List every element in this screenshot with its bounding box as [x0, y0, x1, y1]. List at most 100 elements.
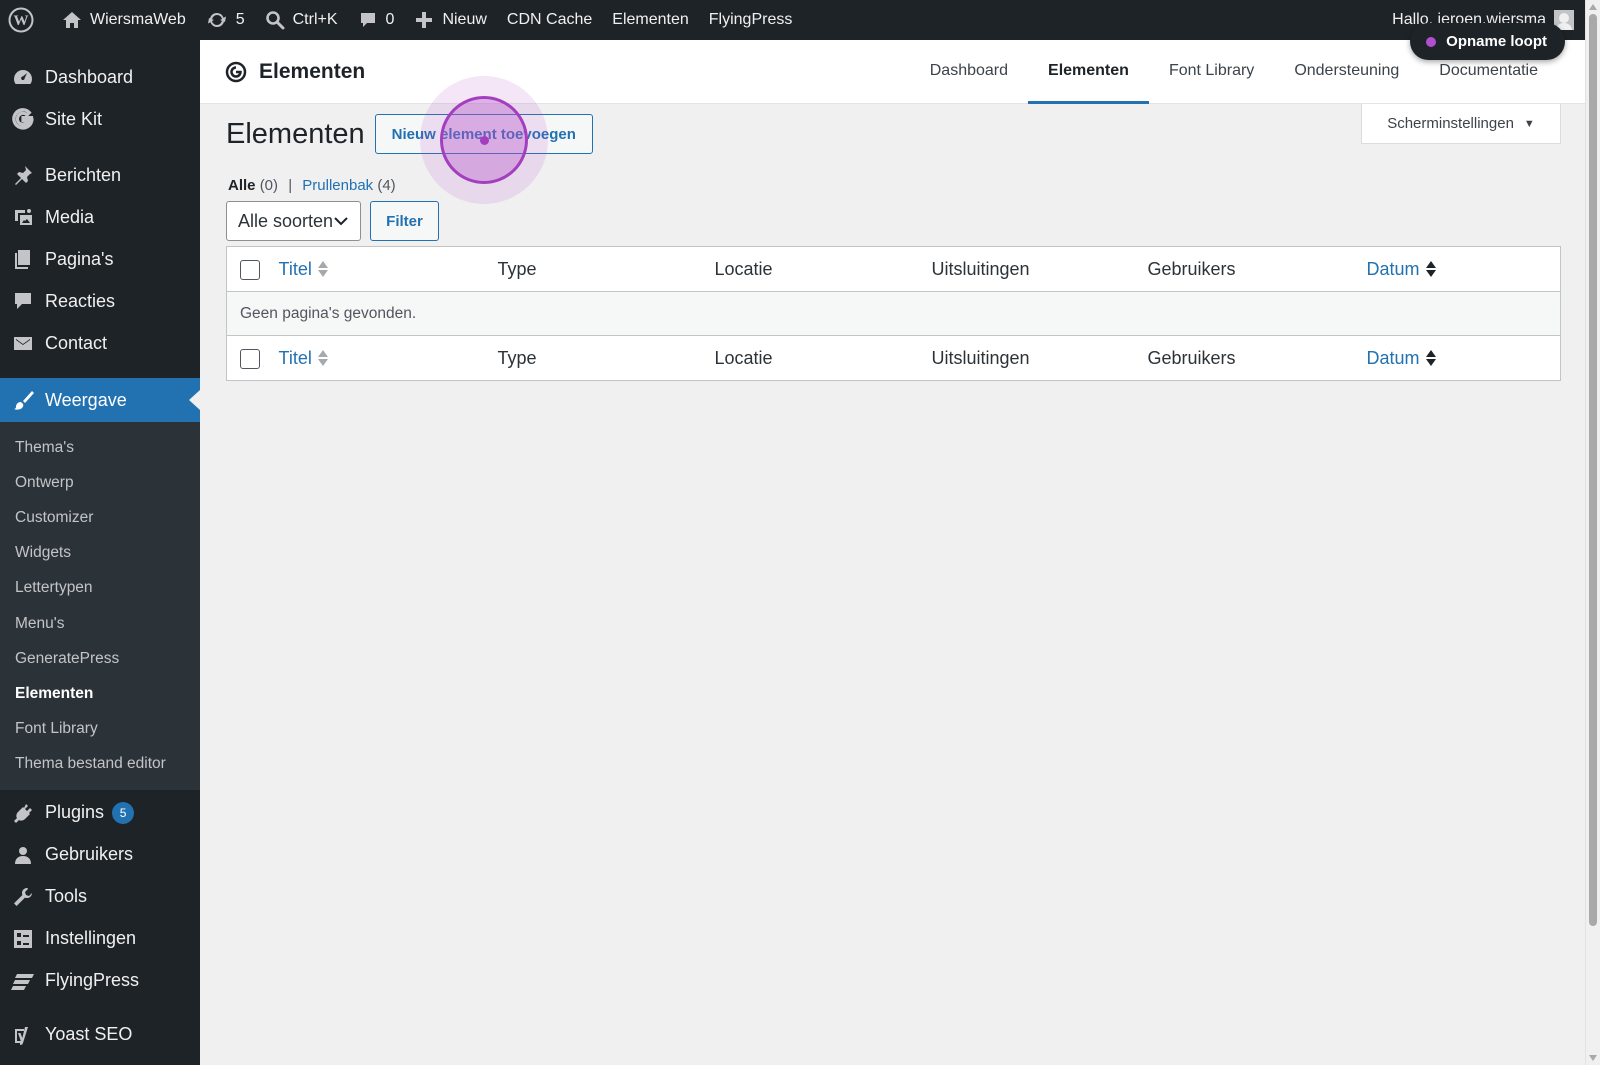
elementen-link[interactable]: Elementen	[602, 0, 699, 40]
column-label: Titel	[278, 258, 312, 279]
new-content-link[interactable]: Nieuw	[404, 0, 496, 40]
sidebar-item-weergave[interactable]: Weergave	[0, 378, 200, 422]
refresh-icon	[207, 12, 226, 28]
admin-bar: W WiersmaWeb 5 Ctrl+K 0 Nieuw CDN Cache …	[0, 0, 1600, 40]
site-name: WiersmaWeb	[90, 11, 186, 28]
column-label: Titel	[278, 347, 312, 368]
sidebar-item-paginas[interactable]: Pagina's	[0, 238, 200, 280]
submenu-item-menus[interactable]: Menu's	[0, 606, 200, 641]
column-footer-type: Type	[497, 347, 537, 368]
settings-icon	[11, 927, 35, 951]
column-header-datum[interactable]: Datum	[1367, 247, 1561, 292]
google-g-icon	[11, 107, 35, 131]
paintbrush-icon	[11, 388, 35, 412]
sidebar-item-label: FlyingPress	[45, 970, 140, 991]
sidebar-item-label: Site Kit	[45, 108, 103, 129]
sidebar-item-instellingen[interactable]: Instellingen	[0, 918, 200, 960]
elements-table: Titel Type Locatie Uitsluitingen Gebruik…	[226, 246, 1561, 381]
sort-icon	[1425, 350, 1436, 366]
sidebar-item-gebruikers[interactable]: Gebruikers	[0, 834, 200, 876]
flyingpress-link[interactable]: FlyingPress	[699, 0, 803, 40]
sidebar-item-site-kit[interactable]: Site Kit	[0, 98, 200, 140]
scroll-down-arrow-icon[interactable]	[1589, 1055, 1597, 1061]
sidebar-item-reacties[interactable]: Reacties	[0, 280, 200, 322]
wrench-icon	[11, 885, 35, 909]
sidebar-item-tools[interactable]: Tools	[0, 876, 200, 918]
submenu-item-widgets[interactable]: Widgets	[0, 536, 200, 571]
site-name-link[interactable]: WiersmaWeb	[52, 0, 196, 40]
updates-link[interactable]: 5	[196, 0, 255, 40]
page-title: Elementen	[226, 117, 365, 150]
column-header-type: Type	[497, 258, 537, 279]
sidebar-item-label: Reacties	[45, 290, 116, 311]
submenu-item-generatepress[interactable]: GeneratePress	[0, 641, 200, 676]
submenu-item-ontwerp[interactable]: Ontwerp	[0, 465, 200, 500]
search-shortcut[interactable]: Ctrl+K	[255, 0, 348, 40]
empty-row: Geen pagina's gevonden.	[226, 291, 1561, 336]
click-indicator	[440, 96, 528, 184]
select-all-checkbox[interactable]	[240, 259, 260, 280]
select-all-cell	[227, 247, 279, 292]
screen-options-label: Scherminstellingen	[1387, 115, 1514, 132]
submenu-item-themas[interactable]: Thema's	[0, 430, 200, 465]
sidebar-item-label: Media	[45, 206, 95, 227]
caret-down-icon: ▼	[1523, 117, 1535, 130]
sort-icon	[317, 350, 328, 366]
type-filter-select[interactable]: Alle soorten	[226, 201, 361, 241]
view-all-link[interactable]: Alle	[228, 177, 256, 194]
view-trash-link[interactable]: Prullenbak	[302, 177, 373, 194]
cdn-cache-link[interactable]: CDN Cache	[497, 0, 602, 40]
screen-options-button[interactable]: Scherminstellingen ▼	[1361, 104, 1561, 144]
column-footer-datum[interactable]: Datum	[1367, 336, 1561, 381]
sidebar-item-media[interactable]: Media	[0, 196, 200, 238]
submenu-item-font-library[interactable]: Font Library	[0, 712, 200, 747]
pin-icon	[11, 163, 35, 187]
plus-icon	[416, 12, 433, 28]
comments-link[interactable]: 0	[348, 0, 405, 40]
sidebar-item-berichten[interactable]: Berichten	[0, 154, 200, 196]
tab-elementen[interactable]: Elementen	[1028, 40, 1149, 104]
submenu-item-lettertypen[interactable]: Lettertypen	[0, 571, 200, 606]
submenu-item-elementen[interactable]: Elementen	[0, 676, 200, 711]
tab-ondersteuning[interactable]: Ondersteuning	[1274, 40, 1419, 104]
view-all-count: (0)	[259, 177, 279, 194]
plugin-header: Elementen Dashboard Elementen Font Libra…	[200, 40, 1585, 104]
sidebar-item-yoast-seo[interactable]: Yoast SEO	[0, 1014, 200, 1056]
appearance-submenu: Thema's Ontwerp Customizer Widgets Lette…	[0, 422, 200, 790]
sidebar-item-plugins[interactable]: Plugins 5	[0, 792, 200, 834]
sidebar-item-contact[interactable]: Contact	[0, 322, 200, 364]
wordpress-logo-icon[interactable]: W	[0, 0, 52, 40]
plugin-header-title: Elementen	[259, 59, 366, 83]
updates-count: 5	[235, 11, 245, 28]
column-header-locatie: Locatie	[714, 258, 773, 279]
view-filters: Alle (0) | Prullenbak (4)	[228, 177, 396, 194]
table-header-row: Titel Type Locatie Uitsluitingen Gebruik…	[226, 247, 1561, 292]
tab-font-library[interactable]: Font Library	[1149, 40, 1274, 104]
dashboard-icon	[11, 65, 35, 89]
scroll-up-arrow-icon[interactable]	[1589, 4, 1597, 10]
comment-icon	[360, 13, 375, 27]
column-label: Datum	[1366, 347, 1420, 368]
sidebar-item-label: Instellingen	[45, 928, 137, 949]
column-footer-titel[interactable]: Titel	[279, 336, 498, 381]
column-label: Datum	[1366, 258, 1420, 279]
envelope-icon	[11, 331, 35, 355]
svg-text:W: W	[14, 13, 29, 29]
sort-icon	[1425, 261, 1436, 277]
sidebar-item-dashboard[interactable]: Dashboard	[0, 56, 200, 98]
table-filters: Alle soorten Filter	[226, 201, 439, 241]
submenu-item-theme-file-editor[interactable]: Thema bestand editor	[0, 747, 200, 782]
page-scrollbar[interactable]	[1585, 0, 1600, 1065]
search-icon	[265, 11, 285, 30]
submenu-item-customizer[interactable]: Customizer	[0, 500, 200, 535]
tab-dashboard[interactable]: Dashboard	[910, 40, 1028, 104]
scrollbar-thumb[interactable]	[1589, 14, 1597, 926]
column-header-titel[interactable]: Titel	[279, 247, 498, 292]
column-footer-locatie: Locatie	[714, 347, 773, 368]
sidebar-item-label: Gebruikers	[45, 844, 134, 865]
recording-indicator[interactable]: Opname loopt	[1410, 23, 1565, 60]
sidebar-item-label: Contact	[45, 332, 108, 353]
select-all-checkbox-footer[interactable]	[240, 348, 260, 369]
filter-button[interactable]: Filter	[370, 201, 439, 241]
sidebar-item-flyingpress[interactable]: FlyingPress	[0, 960, 200, 1002]
